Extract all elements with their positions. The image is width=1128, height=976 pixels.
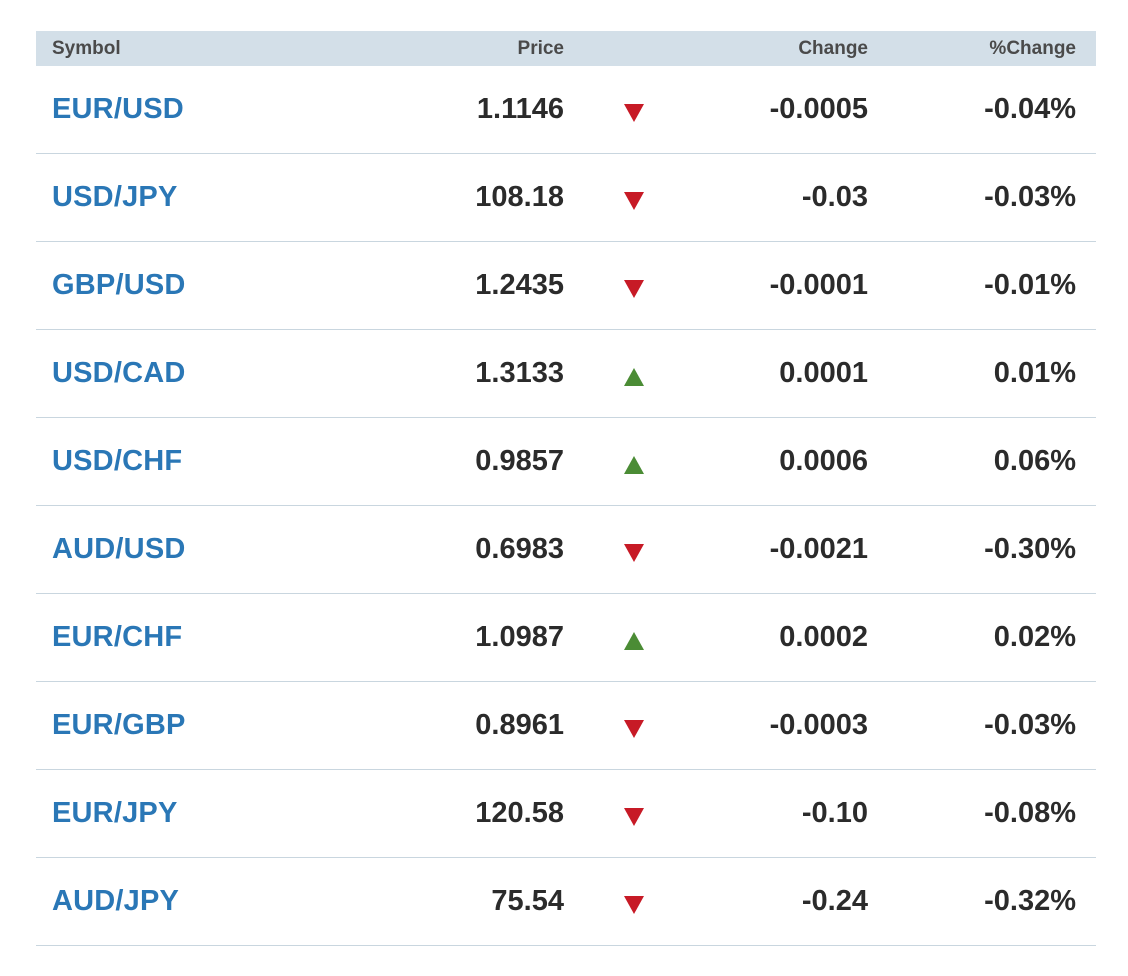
symbol-cell: USD/JPY — [36, 181, 236, 214]
table-row[interactable]: AUD/JPY 75.54 -0.24 -0.32% — [36, 858, 1096, 946]
change-cell: -0.10 — [801, 797, 868, 829]
direction-cell — [564, 538, 704, 562]
change-cell: -0.24 — [801, 885, 868, 917]
forex-table: Symbol Price Change %Change EUR/USD 1.114… — [36, 31, 1096, 946]
pct-change-cell: -0.30% — [984, 533, 1076, 565]
direction-cell — [564, 714, 704, 738]
header-symbol[interactable]: Symbol — [36, 38, 236, 60]
pct-change-cell: -0.01% — [984, 269, 1076, 301]
price-cell: 0.8961 — [475, 709, 564, 741]
change-cell: -0.0021 — [769, 533, 868, 565]
price-cell: 75.54 — [491, 885, 564, 917]
symbol-cell: AUD/JPY — [36, 885, 236, 918]
table-row[interactable]: USD/JPY 108.18 -0.03 -0.03% — [36, 154, 1096, 242]
direction-cell — [564, 186, 704, 210]
table-header: Symbol Price Change %Change — [36, 31, 1096, 66]
triangle-down-icon — [624, 103, 644, 122]
symbol-cell: EUR/GBP — [36, 709, 236, 742]
pct-change-cell: -0.04% — [984, 93, 1076, 125]
pct-change-cell: -0.03% — [984, 181, 1076, 213]
table-row[interactable]: EUR/GBP 0.8961 -0.0003 -0.03% — [36, 682, 1096, 770]
price-cell: 108.18 — [475, 181, 564, 213]
triangle-up-icon — [624, 455, 644, 474]
symbol-link[interactable]: GBP/USD — [52, 269, 186, 301]
symbol-cell: EUR/JPY — [36, 797, 236, 830]
pct-change-cell: 0.06% — [993, 445, 1076, 477]
pct-change-cell: 0.02% — [993, 621, 1076, 653]
symbol-cell: GBP/USD — [36, 269, 236, 302]
header-change[interactable]: Change — [564, 38, 868, 60]
change-cell: -0.03 — [801, 181, 868, 213]
pct-change-cell: -0.08% — [984, 797, 1076, 829]
symbol-cell: AUD/USD — [36, 533, 236, 566]
direction-cell — [564, 626, 704, 650]
change-cell: -0.0003 — [769, 709, 868, 741]
pct-change-cell: -0.03% — [984, 709, 1076, 741]
price-cell: 0.6983 — [475, 533, 564, 565]
symbol-link[interactable]: AUD/USD — [52, 533, 186, 565]
price-cell: 1.2435 — [475, 269, 564, 301]
symbol-cell: USD/CAD — [36, 357, 236, 390]
direction-cell — [564, 98, 704, 122]
symbol-link[interactable]: EUR/JPY — [52, 797, 178, 829]
table-row[interactable]: EUR/CHF 1.0987 0.0002 0.02% — [36, 594, 1096, 682]
symbol-link[interactable]: USD/CAD — [52, 357, 186, 389]
price-cell: 1.3133 — [475, 357, 564, 389]
change-cell: -0.0001 — [769, 269, 868, 301]
triangle-down-icon — [624, 279, 644, 298]
direction-cell — [564, 274, 704, 298]
change-cell: 0.0002 — [779, 621, 868, 653]
direction-cell — [564, 802, 704, 826]
table-row[interactable]: EUR/USD 1.1146 -0.0005 -0.04% — [36, 66, 1096, 154]
price-cell: 0.9857 — [475, 445, 564, 477]
triangle-up-icon — [624, 631, 644, 650]
pct-change-cell: 0.01% — [993, 357, 1076, 389]
symbol-link[interactable]: AUD/JPY — [52, 885, 179, 917]
symbol-link[interactable]: EUR/USD — [52, 93, 184, 125]
table-row[interactable]: EUR/JPY 120.58 -0.10 -0.08% — [36, 770, 1096, 858]
table-row[interactable]: GBP/USD 1.2435 -0.0001 -0.01% — [36, 242, 1096, 330]
table-row[interactable]: USD/CAD 1.3133 0.0001 0.01% — [36, 330, 1096, 418]
direction-cell — [564, 890, 704, 914]
symbol-link[interactable]: USD/CHF — [52, 445, 182, 477]
price-cell: 1.0987 — [475, 621, 564, 653]
triangle-down-icon — [624, 807, 644, 826]
triangle-down-icon — [624, 895, 644, 914]
header-price[interactable]: Price — [236, 38, 564, 60]
change-cell: 0.0001 — [779, 357, 868, 389]
direction-cell — [564, 362, 704, 386]
direction-cell — [564, 450, 704, 474]
price-cell: 120.58 — [475, 797, 564, 829]
table-row[interactable]: AUD/USD 0.6983 -0.0021 -0.30% — [36, 506, 1096, 594]
change-cell: 0.0006 — [779, 445, 868, 477]
symbol-cell: EUR/CHF — [36, 621, 236, 654]
triangle-up-icon — [624, 367, 644, 386]
triangle-down-icon — [624, 719, 644, 738]
symbol-cell: EUR/USD — [36, 93, 236, 126]
table-row[interactable]: USD/CHF 0.9857 0.0006 0.06% — [36, 418, 1096, 506]
symbol-link[interactable]: EUR/GBP — [52, 709, 186, 741]
table-body: EUR/USD 1.1146 -0.0005 -0.04% USD/JPY 108.18 -… — [36, 66, 1096, 946]
symbol-link[interactable]: EUR/CHF — [52, 621, 182, 653]
symbol-link[interactable]: USD/JPY — [52, 181, 178, 213]
price-cell: 1.1146 — [476, 93, 564, 125]
pct-change-cell: -0.32% — [984, 885, 1076, 917]
triangle-down-icon — [624, 191, 644, 210]
change-cell: -0.0005 — [769, 93, 868, 125]
symbol-cell: USD/CHF — [36, 445, 236, 478]
triangle-down-icon — [624, 543, 644, 562]
header-pct-change[interactable]: %Change — [868, 38, 1076, 60]
